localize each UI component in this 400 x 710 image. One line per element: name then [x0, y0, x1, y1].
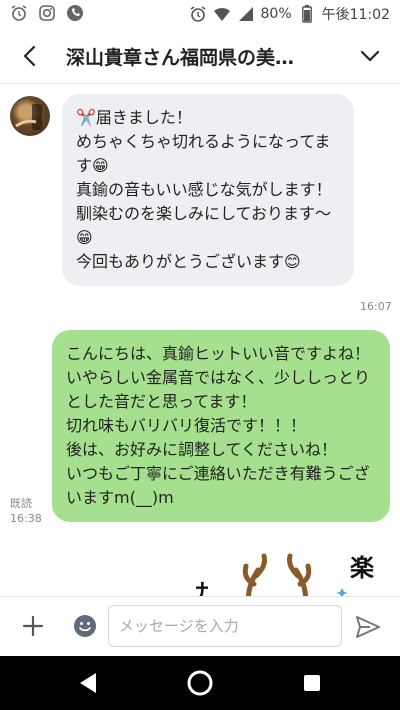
message-time: 16:38 [10, 512, 42, 525]
avatar[interactable] [10, 96, 50, 136]
antler-icon [242, 553, 312, 596]
emoji-button[interactable] [72, 613, 98, 639]
navigation-bar [0, 656, 400, 710]
sticker-text-right: 楽 [350, 554, 375, 582]
alarm-icon [189, 5, 207, 23]
outgoing-message[interactable]: こんにちは、真鍮ヒットいい音ですよね！ いやらしい金属音ではなく、少ししっとりと… [52, 330, 390, 522]
nav-home-button[interactable] [186, 669, 214, 697]
grin-emoji-icon: 😁 [92, 156, 109, 175]
sticker-text-left: サロ [196, 580, 209, 596]
grin-emoji-icon: 😁 [76, 228, 93, 247]
phone-icon [66, 4, 84, 22]
message-time: 16:07 [360, 300, 392, 313]
instagram-icon [38, 4, 56, 22]
incoming-message[interactable]: ✂️届きました！ めちゃくちゃ切れるようになってます😁 真鍮の音もいい感じな気が… [62, 94, 354, 286]
battery-percent: 80% [260, 6, 292, 22]
smile-emoji-icon: 😊 [284, 252, 301, 271]
status-notifications [10, 4, 84, 22]
message-text: こんにちは、真鍮ヒットいい音ですよね！ いやらしい金属音ではなく、少ししっとりと… [66, 344, 371, 507]
chevron-down-icon [360, 50, 380, 62]
add-button[interactable] [20, 613, 46, 639]
signal-icon [237, 5, 255, 23]
message-input-bar [0, 596, 400, 656]
message-line: 今回もありがとうございます😊 [76, 252, 301, 271]
scissors-icon: ✂️ [76, 108, 96, 127]
nav-back-button[interactable] [74, 669, 102, 697]
status-clock: 午後11:02 [321, 7, 390, 23]
message-line: 真鍮の音もいい感じな気がします！ [76, 180, 332, 199]
message-line: ✂️届きました！ [76, 108, 192, 127]
send-button[interactable] [354, 613, 382, 641]
circle-home-icon [187, 670, 213, 696]
read-status: 既読 16:38 [10, 496, 42, 526]
emoji-icon [74, 615, 96, 637]
wifi-icon [213, 5, 231, 23]
chat-area[interactable]: ✂️届きました！ めちゃくちゃ切れるようになってます😁 真鍮の音もいい感じな気が… [0, 84, 400, 596]
square-recents-icon [304, 675, 320, 691]
message-input[interactable] [108, 605, 342, 647]
menu-toggle-button[interactable] [358, 44, 382, 68]
message-line: めちゃくちゃ切れるようになってます😁 [76, 132, 331, 175]
chevron-left-icon [23, 45, 36, 67]
chat-header: 深山貴章さん福岡県の美… [0, 28, 400, 84]
chat-title: 深山貴章さん福岡県の美… [66, 47, 295, 69]
plus-icon [22, 615, 44, 637]
nav-recents-button[interactable] [298, 669, 326, 697]
triangle-back-icon [80, 673, 96, 693]
status-bar: 80% 午後11:02 [0, 0, 400, 28]
message-line: 馴染むのを楽しみにしております〜😁 [76, 204, 332, 247]
send-icon [356, 616, 380, 638]
back-button[interactable] [16, 42, 44, 70]
alarm-icon [10, 4, 28, 22]
read-label: 既読 [10, 497, 32, 510]
battery-icon [298, 5, 316, 23]
status-system: 80% 午後11:02 [189, 4, 390, 24]
sticker[interactable]: サロ 楽 [184, 540, 386, 596]
